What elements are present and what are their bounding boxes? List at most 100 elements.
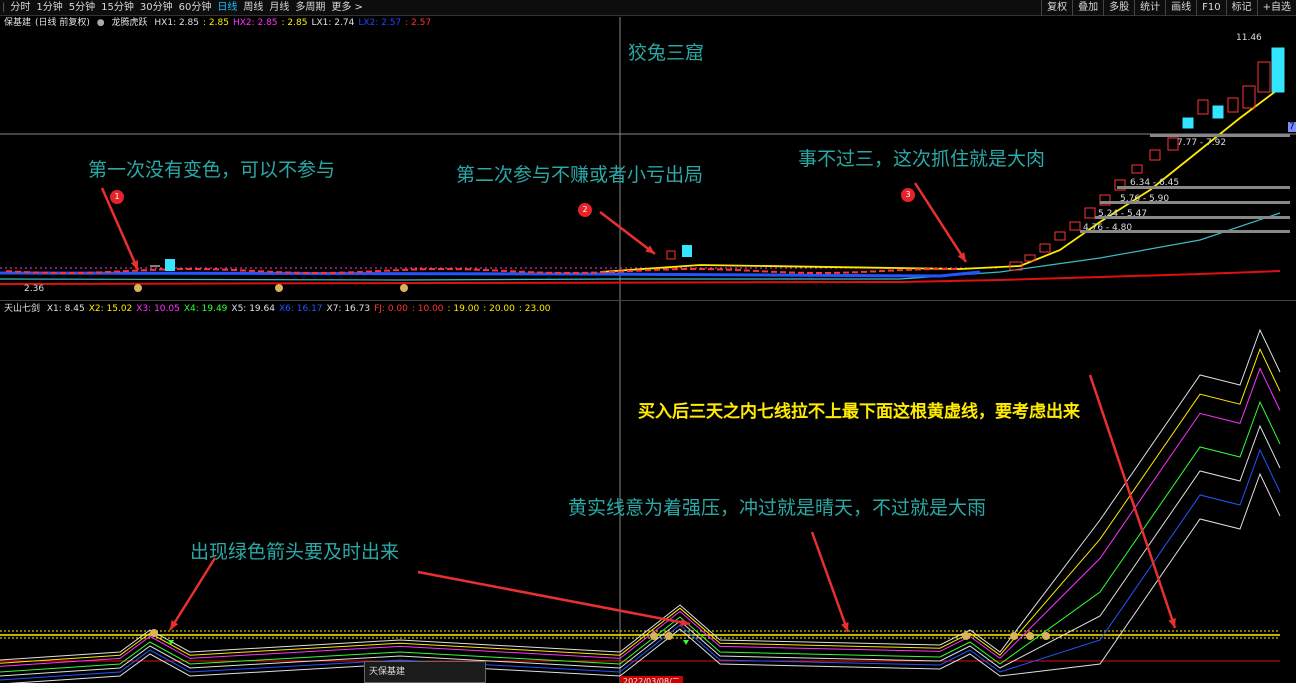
candle bbox=[375, 270, 381, 273]
candle bbox=[24, 271, 30, 274]
candle bbox=[447, 268, 453, 271]
top_legend-item-3: : 2.85 bbox=[281, 18, 308, 28]
candle bbox=[222, 268, 228, 271]
low-price-label: 2.36 bbox=[24, 284, 45, 294]
money-bag-icon bbox=[1010, 632, 1018, 640]
candle bbox=[780, 271, 786, 274]
candle bbox=[897, 269, 903, 272]
indicator-dot-icon: ● bbox=[96, 18, 105, 28]
stock-info-popup[interactable]: 天保基建 bbox=[364, 661, 486, 683]
bottom_legend-item-1: X2: 15.02 bbox=[88, 304, 133, 314]
candle bbox=[501, 269, 507, 272]
candle bbox=[1271, 47, 1285, 93]
candle bbox=[609, 270, 615, 273]
candle bbox=[429, 268, 435, 271]
candle bbox=[1039, 243, 1051, 253]
money-bag-icon bbox=[275, 284, 283, 292]
candle bbox=[474, 268, 480, 271]
candle bbox=[33, 271, 39, 274]
candle bbox=[528, 271, 534, 274]
candle bbox=[537, 271, 543, 274]
candle bbox=[762, 270, 768, 273]
candle bbox=[708, 268, 714, 271]
candle bbox=[699, 268, 705, 271]
money-bag-icon bbox=[150, 629, 158, 637]
top_legend-item-0: HX1: 2.85 bbox=[154, 18, 199, 28]
candle bbox=[789, 271, 795, 274]
range-label-2: 6.34 - 6.45 bbox=[1130, 178, 1180, 188]
candle bbox=[519, 270, 525, 273]
chart-title-annotation: 狡兔三窟 bbox=[628, 42, 705, 64]
bottom_legend-item-9: : 19.00 bbox=[447, 304, 480, 314]
bottom_legend-item-2: X3: 10.05 bbox=[136, 304, 180, 314]
badge-1: 1 bbox=[110, 190, 124, 204]
panel-divider[interactable] bbox=[0, 300, 1296, 301]
candle bbox=[1131, 164, 1143, 174]
candle bbox=[276, 271, 282, 274]
candle bbox=[78, 271, 84, 274]
candle bbox=[591, 271, 597, 274]
candle bbox=[240, 269, 246, 272]
candle bbox=[636, 269, 642, 272]
money-bag-icon bbox=[650, 632, 658, 640]
badge-3: 3 bbox=[901, 188, 915, 202]
candle bbox=[87, 271, 93, 274]
annotation-arrow-green-2 bbox=[417, 570, 691, 626]
range-label-4: 5.24 - 5.47 bbox=[1098, 209, 1148, 219]
top_legend-item-1: : 2.85 bbox=[203, 18, 229, 28]
candle bbox=[666, 250, 676, 260]
candle bbox=[870, 270, 876, 273]
candle bbox=[627, 270, 633, 273]
candle bbox=[258, 270, 264, 273]
bottom_legend-item-7: FJ: 0.00 bbox=[374, 304, 408, 314]
candle bbox=[682, 245, 692, 257]
candle bbox=[438, 268, 444, 271]
candle bbox=[60, 271, 66, 274]
candle bbox=[15, 270, 21, 273]
crosshair-date-tag: 2022/03/08/二 bbox=[620, 676, 683, 683]
candle bbox=[564, 271, 570, 274]
candle bbox=[150, 268, 156, 271]
candle bbox=[915, 268, 921, 271]
top-indicator-legend: 保基建 (日线 前复权) ● 龙腾虎跃 HX1: 2.85: 2.85 HX2: 2… bbox=[4, 17, 439, 29]
candle bbox=[618, 270, 624, 273]
green-arrow-icon bbox=[683, 640, 689, 645]
candle bbox=[717, 268, 723, 271]
candle bbox=[420, 268, 426, 271]
candle bbox=[402, 268, 408, 271]
candle bbox=[123, 270, 129, 273]
stock-chart[interactable] bbox=[0, 0, 1296, 683]
candle bbox=[582, 271, 588, 274]
top_legend-item-6: : 2.57 bbox=[405, 18, 432, 28]
top_legend-item-2: HX2: 2.85 bbox=[232, 18, 278, 28]
candle bbox=[600, 271, 606, 274]
candle bbox=[6, 270, 12, 273]
candle bbox=[339, 271, 345, 274]
bottom-legend-items: X1: 8.45 X2: 15.02 X3: 10.05 X4: 19.49 X5: 1… bbox=[47, 304, 555, 314]
annotation-first: 第一次没有变色，可以不参与 bbox=[88, 159, 336, 181]
candle bbox=[492, 269, 498, 272]
candle bbox=[1084, 207, 1096, 219]
candle bbox=[753, 269, 759, 272]
bottom_legend-item-3: X4: 19.49 bbox=[183, 304, 228, 314]
candle bbox=[456, 268, 462, 271]
candle bbox=[231, 269, 237, 272]
candle bbox=[510, 270, 516, 273]
bottom-indicator-name: 天山七剑 bbox=[4, 304, 41, 314]
candle bbox=[1197, 99, 1209, 115]
candle bbox=[105, 270, 111, 273]
candle bbox=[1149, 149, 1161, 161]
money-bag-icon bbox=[962, 632, 970, 640]
bottom-indicator-legend: 天山七剑 X1: 8.45 X2: 15.02 X3: 10.05 X4: 19.49… bbox=[4, 303, 559, 315]
top_legend-item-5: LX2: 2.57 bbox=[358, 18, 402, 28]
annotation-third: 事不过三，这次抓住就是大肉 bbox=[798, 148, 1046, 170]
candle bbox=[384, 269, 390, 272]
candle bbox=[807, 271, 813, 274]
money-bag-icon bbox=[400, 284, 408, 292]
bottom_legend-item-11: : 23.00 bbox=[518, 304, 551, 314]
candle bbox=[411, 268, 417, 271]
candle bbox=[645, 269, 651, 272]
candle bbox=[555, 271, 561, 274]
candle bbox=[483, 269, 489, 272]
bottom_legend-item-4: X5: 19.64 bbox=[231, 304, 275, 314]
